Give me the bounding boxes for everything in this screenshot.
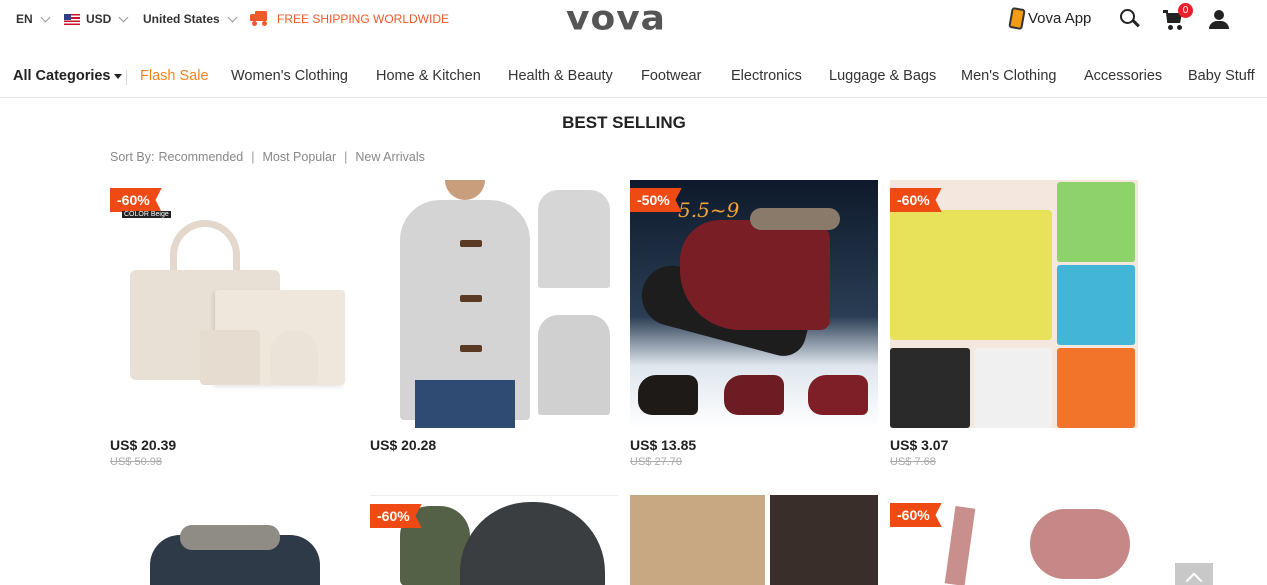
nav-item-flash-sale[interactable]: Flash Sale bbox=[140, 68, 209, 84]
all-categories-menu[interactable]: All Categories bbox=[13, 68, 122, 84]
sort-divider: | bbox=[344, 150, 348, 164]
product-image[interactable] bbox=[630, 495, 878, 585]
nav-divider bbox=[126, 70, 127, 85]
product-old-price: US$ 7.68 bbox=[890, 456, 936, 468]
nav-item-womens-clothing[interactable]: Women's Clothing bbox=[231, 68, 348, 84]
country-label: United States bbox=[143, 12, 220, 26]
product-image[interactable]: -60% bbox=[370, 495, 618, 585]
country-selector[interactable]: United States bbox=[143, 12, 238, 26]
scroll-to-top-button[interactable] bbox=[1175, 563, 1213, 585]
product-price: US$ 3.07 bbox=[890, 437, 949, 453]
discount-badge: -60% bbox=[890, 188, 942, 212]
product-image[interactable]: -60% bbox=[890, 180, 1138, 428]
chevron-down-icon bbox=[40, 12, 51, 22]
sort-divider: | bbox=[251, 150, 255, 164]
product-image[interactable] bbox=[370, 180, 618, 428]
sort-option-most-popular[interactable]: Most Popular bbox=[262, 150, 336, 164]
discount-badge: -60% bbox=[110, 188, 162, 212]
product-image[interactable] bbox=[110, 495, 358, 585]
discount-badge: -50% bbox=[630, 188, 682, 212]
cart-count-badge: 0 bbox=[1178, 3, 1193, 18]
product-price: US$ 20.28 bbox=[370, 437, 437, 453]
search-icon[interactable] bbox=[1120, 9, 1140, 29]
phone-icon bbox=[1008, 6, 1026, 31]
currency-selector[interactable]: USD bbox=[64, 12, 129, 26]
sort-option-recommended[interactable]: Recommended bbox=[158, 150, 243, 164]
chevron-down-icon bbox=[118, 12, 129, 22]
app-download-link[interactable]: Vova App bbox=[1008, 6, 1092, 31]
all-categories-label: All Categories bbox=[13, 68, 111, 84]
product-image[interactable]: -60% COLOR Beige bbox=[110, 180, 358, 428]
product-price: US$ 13.85 bbox=[630, 437, 697, 453]
nav-item-home-kitchen[interactable]: Home & Kitchen bbox=[376, 68, 481, 84]
nav-item-health-beauty[interactable]: Health & Beauty bbox=[508, 68, 613, 84]
product-image[interactable]: -60% bbox=[890, 495, 1138, 585]
language-selector[interactable]: EN bbox=[16, 12, 51, 26]
size-range-text: 5.5~9 bbox=[678, 198, 740, 222]
color-tag: COLOR Beige bbox=[122, 211, 171, 218]
shipping-text: FREE SHIPPING WORLDWIDE bbox=[277, 11, 450, 26]
nav-item-electronics[interactable]: Electronics bbox=[731, 68, 802, 84]
nav-item-accessories[interactable]: Accessories bbox=[1084, 68, 1162, 84]
truck-icon bbox=[250, 11, 269, 26]
nav-item-footwear[interactable]: Footwear bbox=[641, 68, 701, 84]
nav-item-mens-clothing[interactable]: Men's Clothing bbox=[961, 68, 1056, 84]
vova-logo[interactable]: vova bbox=[566, 0, 666, 38]
us-flag-icon bbox=[64, 13, 80, 25]
sort-label: Sort By: bbox=[110, 150, 155, 164]
discount-badge: -60% bbox=[370, 504, 422, 528]
shipping-notice: FREE SHIPPING WORLDWIDE bbox=[250, 11, 449, 26]
product-price: US$ 20.39 bbox=[110, 437, 177, 453]
nav-item-baby-stuff[interactable]: Baby Stuff bbox=[1188, 68, 1255, 84]
product-old-price: US$ 27.70 bbox=[630, 456, 682, 468]
user-icon[interactable] bbox=[1209, 10, 1229, 29]
sort-bar: Sort By: Recommended | Most Popular | Ne… bbox=[110, 150, 425, 164]
language-label: EN bbox=[16, 12, 33, 26]
currency-label: USD bbox=[86, 12, 112, 26]
chevron-down-icon bbox=[227, 12, 238, 22]
caret-down-icon bbox=[113, 73, 122, 79]
app-label: Vova App bbox=[1028, 10, 1092, 27]
sort-option-new-arrivals[interactable]: New Arrivals bbox=[355, 150, 424, 164]
product-image[interactable]: 5.5~9 -50% bbox=[630, 180, 878, 428]
top-bar: EN USD United States FREE SHIPPING WORLD… bbox=[0, 0, 1267, 40]
section-title: BEST SELLING bbox=[562, 113, 686, 132]
discount-badge: -60% bbox=[890, 503, 942, 527]
nav-item-luggage-bags[interactable]: Luggage & Bags bbox=[829, 68, 936, 84]
product-old-price: US$ 50.98 bbox=[110, 456, 162, 468]
category-nav: All Categories Flash Sale Women's Clothi… bbox=[0, 60, 1267, 98]
